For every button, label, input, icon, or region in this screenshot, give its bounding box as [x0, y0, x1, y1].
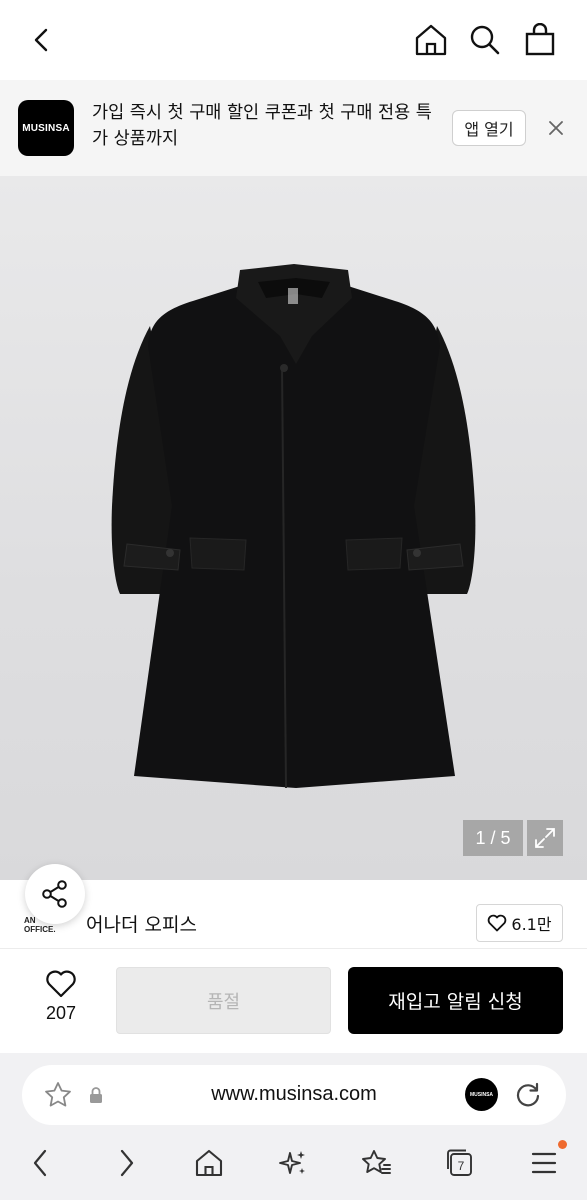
browser-home-icon[interactable] [187, 1141, 231, 1185]
promo-message: 가입 즉시 첫 구매 할인 쿠폰과 첫 구매 전용 특가 상품까지 [92, 103, 432, 149]
shopping-bag-icon[interactable] [520, 20, 560, 60]
soldout-button: 품절 [116, 967, 331, 1034]
restock-alert-button[interactable]: 재입고 알림 신청 [348, 967, 563, 1034]
app-promo-banner: MUSINSA 가입 즉시 첫 구매 할인 쿠폰과 첫 구매 전용 특가 상품까… [0, 80, 587, 176]
purchase-action-bar: 207 품절 재입고 알림 신청 [0, 949, 587, 1053]
top-app-bar [0, 0, 587, 80]
tab-count: 7 [458, 1159, 465, 1173]
share-button[interactable] [25, 864, 85, 924]
close-icon[interactable] [541, 113, 571, 143]
wishlist-button[interactable]: 207 [30, 969, 92, 1033]
bookmarks-icon[interactable] [354, 1141, 398, 1185]
notification-dot [558, 1140, 567, 1149]
brand-logo-line2: OFFICE. [24, 925, 56, 934]
heart-icon [488, 914, 507, 932]
product-image-gallery[interactable] [0, 176, 587, 880]
reload-icon[interactable] [512, 1079, 544, 1111]
brand-like-button[interactable]: 6.1만 [476, 904, 563, 942]
heart-icon [46, 970, 76, 998]
search-icon[interactable] [465, 20, 505, 60]
brand-name[interactable]: 어나더 오피스 [86, 910, 197, 937]
expand-icon[interactable] [527, 820, 563, 856]
wishlist-count: 207 [45, 1003, 77, 1023]
browser-back-icon[interactable] [19, 1141, 63, 1185]
open-app-button[interactable]: 앱 열기 [452, 110, 526, 146]
musinsa-logo: MUSINSA [18, 100, 74, 156]
home-icon[interactable] [411, 20, 451, 60]
tabs-icon[interactable]: 7 [438, 1141, 482, 1185]
browser-toolbar: www.musinsa.com MUSINSA 7 [0, 1053, 587, 1200]
address-bar[interactable]: www.musinsa.com MUSINSA [22, 1065, 566, 1125]
site-logo-icon[interactable]: MUSINSA [465, 1078, 498, 1111]
browser-nav-row: 7 [0, 1141, 587, 1185]
brand-like-count: 6.1만 [511, 915, 552, 934]
ai-sparkle-icon[interactable] [271, 1141, 315, 1185]
share-icon [42, 880, 67, 908]
chevron-left-icon[interactable] [22, 20, 62, 60]
brand-row: AN OFFICE. 어나더 오피스 6.1만 [0, 880, 587, 948]
browser-forward-icon[interactable] [104, 1141, 148, 1185]
coat-image [111, 264, 476, 789]
logo-text: MUSINSA [22, 122, 70, 134]
image-counter: 1 / 5 [463, 820, 523, 856]
site-logo-text: MUSINSA [469, 1091, 494, 1098]
